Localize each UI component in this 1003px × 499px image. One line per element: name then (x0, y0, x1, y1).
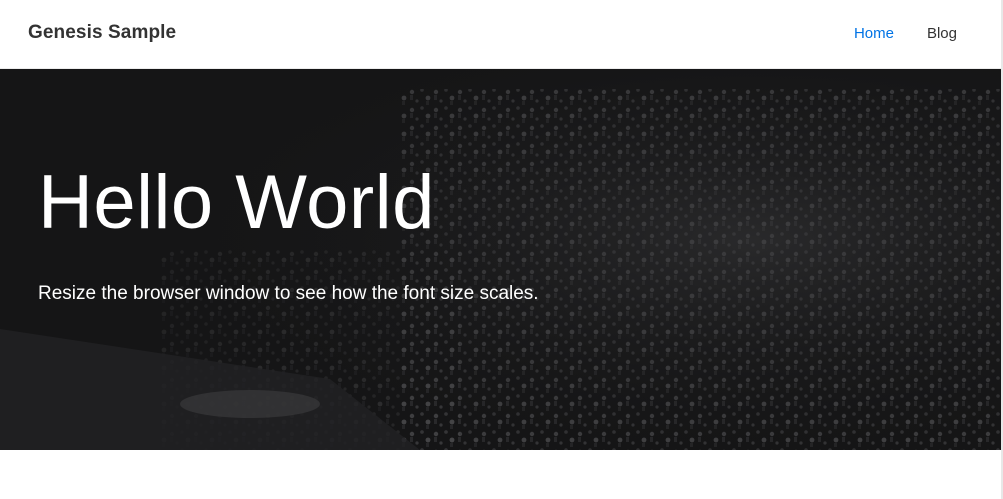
site-header: Genesis Sample Home Blog (0, 0, 1003, 69)
hero-subtitle: Resize the browser window to see how the… (38, 283, 539, 304)
nav-item-blog[interactable]: Blog (927, 25, 957, 42)
primary-nav: Home Blog (854, 25, 957, 42)
hero-title: Hello World (38, 160, 435, 245)
crowd-background-image (0, 69, 1003, 450)
nav-item-home[interactable]: Home (854, 25, 894, 42)
hero-section: Hello World Resize the browser window to… (0, 69, 1003, 450)
site-title-link[interactable]: Genesis Sample (28, 22, 176, 44)
